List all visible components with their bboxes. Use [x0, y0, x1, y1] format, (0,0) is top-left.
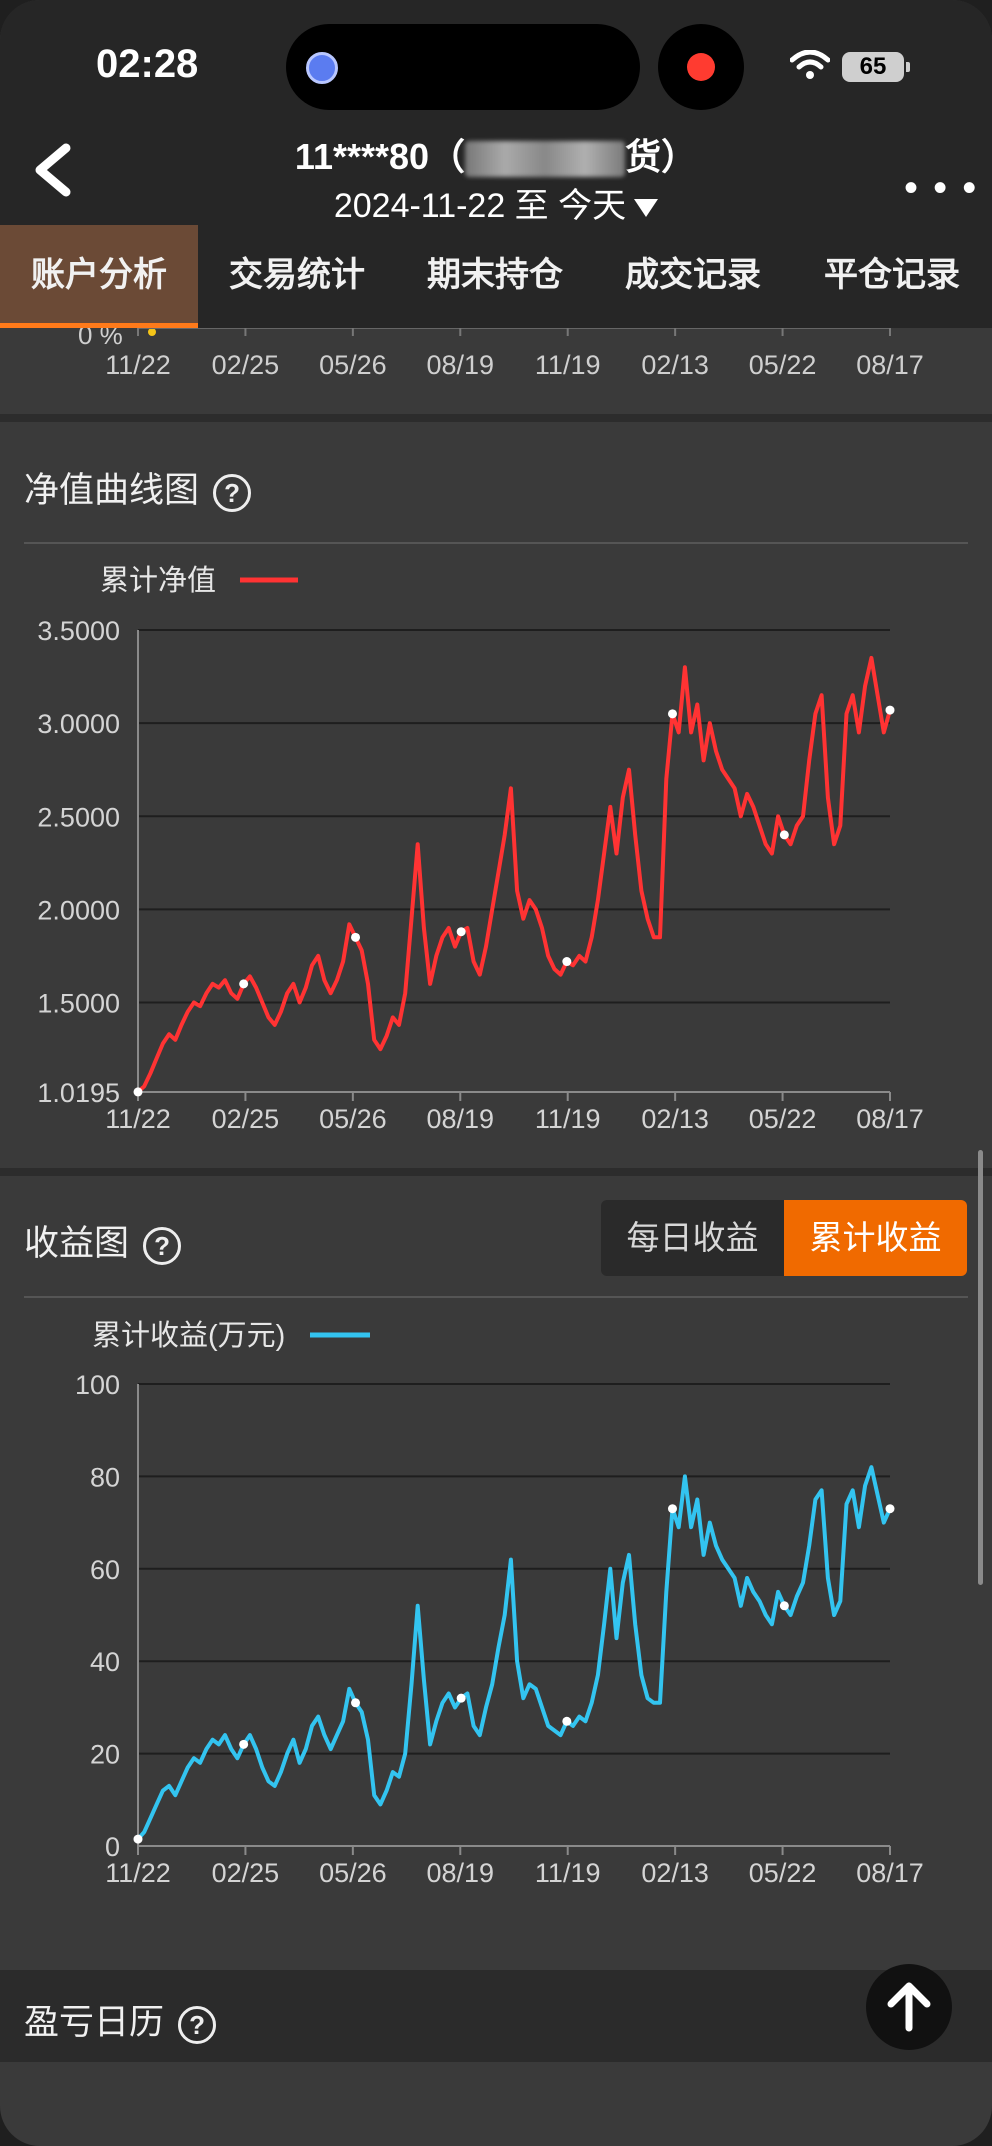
calendar-help-icon[interactable]: ? — [178, 2005, 217, 2044]
prev-x-tick-label: 08/19 — [426, 350, 494, 380]
nav-chart-title: 净值曲线图? — [24, 462, 252, 513]
scrollbar[interactable] — [978, 1150, 983, 1585]
profit-y-tick-label: 40 — [90, 1647, 120, 1677]
nav-y-tick-label: 1.5000 — [37, 989, 120, 1019]
wifi-icon — [790, 50, 830, 79]
prev-x-tick-label: 02/13 — [641, 350, 709, 380]
nav-x-tick-label: 05/22 — [749, 1104, 817, 1134]
nav-data-point — [239, 979, 249, 989]
profit-y-tick-label: 20 — [90, 1740, 120, 1770]
header: 02:28 65 11****80（ 货） 2024-11-22 至 今天 • •… — [0, 0, 992, 225]
app-screen: 02:28 65 11****80（ 货） 2024-11-22 至 今天 • •… — [0, 0, 992, 2146]
previous-chart-axis: 0 % 11/22 02/25 05/26 08/19 11/19 02/13 05/22 0… — [0, 328, 992, 414]
profit-data-point — [562, 1716, 572, 1726]
profit-data-point — [667, 1504, 677, 1514]
tab-positions[interactable]: 期末持仓 — [396, 225, 594, 328]
profit-series-line — [136, 1465, 892, 1841]
dynamic-island — [286, 24, 640, 110]
nav-data-point — [562, 957, 572, 967]
date-range-label: 2024-11-22 至 今天 — [333, 187, 627, 225]
account-suffix: 货） — [625, 136, 698, 177]
nav-y-tick-label: 3.5000 — [37, 616, 120, 646]
nav-x-tick-label: 05/26 — [319, 1104, 387, 1134]
nav-x-tick-label: 11/19 — [535, 1104, 601, 1134]
nav-data-point — [885, 705, 895, 715]
title-divider-2 — [24, 1296, 968, 1298]
cumulative-profit-button[interactable]: 累计收益 — [784, 1200, 967, 1276]
profit-legend-label: 累计收益(万元) — [92, 1319, 285, 1352]
profit-x-tick-label: 08/19 — [426, 1858, 494, 1888]
account-id: 11****80（ — [294, 136, 466, 177]
profit-chart: 累计收益(万元) 100806040200 11/22 02/25 05/26 08/… — [75, 1319, 924, 1888]
calendar-title: 盈亏日历? — [24, 1994, 217, 2045]
profit-data-point — [456, 1693, 466, 1703]
more-icon[interactable]: • • • — [904, 166, 978, 211]
nav-help-icon[interactable]: ? — [213, 473, 252, 512]
section-divider — [0, 414, 992, 422]
scroll-to-top-button[interactable] — [866, 1964, 952, 2050]
nav-y-tick-label: 2.5000 — [37, 802, 120, 832]
tab-account-analysis[interactable]: 账户分析 — [0, 225, 198, 328]
profit-chart-title-text: 收益图 — [24, 1224, 130, 1263]
nav-data-point — [133, 1087, 143, 1097]
profit-y-tick-label: 60 — [90, 1555, 120, 1585]
nav-data-point — [779, 830, 789, 840]
nav-y-tick-label: 2.0000 — [37, 895, 120, 925]
nav-chart: 累计净值 3.50003.00002.50002.00001.50001.019… — [37, 564, 924, 1134]
nav-legend-label: 累计净值 — [100, 564, 216, 597]
arrow-up-icon — [887, 1982, 931, 2032]
prev-x-tick-label: 05/26 — [319, 350, 387, 380]
status-time: 02:28 — [96, 42, 199, 86]
profit-data-point — [133, 1834, 143, 1844]
calendar-title-text: 盈亏日历 — [24, 2003, 165, 2042]
profit-x-tick-label: 11/19 — [535, 1858, 601, 1888]
prev-x-tick-label: 11/22 — [105, 350, 171, 380]
profit-data-point — [239, 1739, 249, 1749]
nav-x-tick-label: 02/13 — [641, 1104, 709, 1134]
prev-x-tick-label: 05/22 — [749, 350, 817, 380]
prev-y-label: 0 % — [78, 328, 123, 350]
profit-x-tick-label: 02/13 — [641, 1858, 709, 1888]
tab-trade-stats[interactable]: 交易统计 — [198, 225, 396, 328]
profit-data-point — [351, 1698, 361, 1708]
nav-data-point — [667, 709, 677, 719]
nav-chart-title-text: 净值曲线图 — [24, 471, 200, 510]
tab-fills[interactable]: 成交记录 — [594, 225, 792, 328]
prev-x-tick-label: 11/19 — [535, 350, 601, 380]
title-divider — [24, 542, 968, 544]
prev-x-tick-label: 08/17 — [856, 350, 924, 380]
nav-data-point — [456, 927, 466, 937]
profit-x-tick-label: 11/22 — [105, 1858, 171, 1888]
screen-recording-indicator — [658, 24, 744, 110]
profit-data-point — [779, 1601, 789, 1611]
prev-x-tick-label: 02/25 — [212, 350, 280, 380]
profit-x-tick-label: 05/26 — [319, 1858, 387, 1888]
tab-closed-trades[interactable]: 平仓记录 — [792, 225, 992, 328]
nav-x-tick-label: 08/19 — [426, 1104, 494, 1134]
redacted-name — [465, 141, 626, 178]
record-dot-icon — [687, 53, 715, 81]
profit-x-tick-label: 02/25 — [212, 1858, 280, 1888]
profit-y-tick-label: 100 — [75, 1370, 120, 1400]
date-range-selector[interactable]: 2024-11-22 至 今天 — [0, 178, 992, 227]
daily-profit-button[interactable]: 每日收益 — [601, 1200, 784, 1276]
nav-y-tick-label: 3.0000 — [37, 709, 120, 739]
nav-x-tick-label: 02/25 — [212, 1104, 280, 1134]
profit-x-tick-label: 05/22 — [749, 1858, 817, 1888]
profit-data-point — [885, 1504, 895, 1514]
profit-help-icon[interactable]: ? — [143, 1226, 182, 1265]
nav-data-point — [351, 932, 361, 942]
profit-mode-toggle: 每日收益 累计收益 — [601, 1200, 967, 1276]
battery-icon: 65 — [842, 52, 910, 82]
nav-x-tick-label: 11/22 — [105, 1104, 171, 1134]
profit-x-tick-label: 08/17 — [856, 1858, 924, 1888]
account-title: 11****80（ 货） — [0, 128, 992, 180]
profit-y-tick-label: 80 — [90, 1462, 120, 1492]
dropdown-triangle-icon — [634, 199, 659, 218]
profit-chart-title: 收益图? — [24, 1215, 182, 1266]
tab-bar: 账户分析 交易统计 期末持仓 成交记录 平仓记录 — [0, 225, 992, 328]
app-activity-icon — [306, 52, 338, 84]
nav-x-tick-label: 08/17 — [856, 1104, 924, 1134]
section-divider-2 — [0, 1168, 992, 1176]
